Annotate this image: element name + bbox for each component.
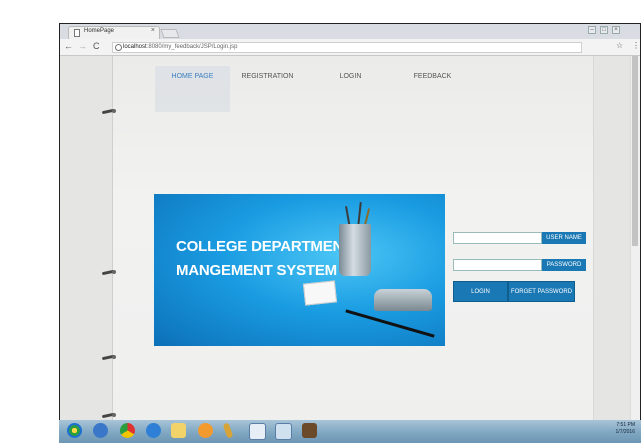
notebook-rings xyxy=(101,56,116,422)
media-icon[interactable] xyxy=(198,423,213,438)
login-button[interactable]: LOGIN xyxy=(453,281,508,302)
nav-home[interactable]: HOME PAGE xyxy=(155,66,230,112)
scrollbar-thumb[interactable] xyxy=(632,56,638,246)
url-host: localhost xyxy=(123,44,147,50)
ie-icon[interactable] xyxy=(93,423,108,438)
window-icon[interactable] xyxy=(275,423,292,440)
folder-icon[interactable] xyxy=(171,423,186,438)
username-label: USER NAME xyxy=(542,232,586,244)
browser-tab[interactable]: HomePage × xyxy=(68,26,160,39)
browser-menu-icon[interactable]: ⋮ xyxy=(632,41,640,50)
bookmark-star-icon[interactable]: ☆ xyxy=(616,41,623,50)
tab-title: HomePage xyxy=(84,28,115,34)
url-path: :8080/my_feedback/JSP/Login.jsp xyxy=(146,44,238,50)
new-tab-button[interactable] xyxy=(160,29,180,38)
clock-date: 1/7/2016 xyxy=(615,429,635,435)
nav-login[interactable]: LOGIN xyxy=(313,66,388,112)
ring-icon xyxy=(101,412,116,420)
username-input[interactable] xyxy=(453,232,542,244)
password-input[interactable] xyxy=(453,259,542,271)
banner-title-line2: MANGEMENT SYSTEM xyxy=(176,262,337,279)
minimize-icon[interactable]: – xyxy=(588,26,596,34)
browser-icon[interactable] xyxy=(146,423,161,438)
scrollbar[interactable] xyxy=(630,56,640,422)
pen-icon xyxy=(345,309,435,338)
maximize-icon[interactable]: □ xyxy=(600,26,608,34)
app-icon[interactable] xyxy=(302,423,317,438)
url-field[interactable]: localhost:8080/my_feedback/JSP/Login.jsp xyxy=(112,42,582,53)
start-icon[interactable] xyxy=(67,423,82,438)
notepad-icon xyxy=(302,280,338,306)
system-tray: 7:51 PM 1/7/2016 xyxy=(616,422,635,436)
info-icon xyxy=(115,44,122,51)
browser-window: HomePage × – □ × ← → C localhost:8080/my… xyxy=(59,23,641,443)
tool-icon[interactable] xyxy=(222,422,234,439)
tab-close-icon[interactable]: × xyxy=(151,27,155,34)
address-bar-row: ← → C localhost:8080/my_feedback/JSP/Log… xyxy=(60,39,640,56)
forget-password-button[interactable]: FORGET PASSWORD xyxy=(508,281,575,302)
ring-icon xyxy=(101,354,116,362)
close-window-icon[interactable]: × xyxy=(612,26,620,34)
stapler-icon xyxy=(374,289,432,311)
banner-title-line1: COLLEGE DEPARTMENT xyxy=(176,238,353,255)
password-label: PASSWORD xyxy=(542,259,586,271)
page-icon xyxy=(74,29,80,37)
tab-strip: HomePage × – □ × xyxy=(60,24,640,39)
taskbar: 7:51 PM 1/7/2016 xyxy=(59,420,641,443)
nav-feedback[interactable]: FEEDBACK xyxy=(395,66,470,112)
ring-icon xyxy=(101,108,116,116)
nav-registration[interactable]: REGISTRATION xyxy=(230,66,305,112)
chrome-icon[interactable] xyxy=(120,423,135,438)
pen-cup-icon xyxy=(339,224,371,276)
forward-icon[interactable]: → xyxy=(78,41,87,51)
clock-time: 7:51 PM xyxy=(616,422,635,428)
document-icon[interactable] xyxy=(249,423,266,440)
back-icon[interactable]: ← xyxy=(64,41,73,51)
main-nav: HOME PAGE REGISTRATION LOGIN FEEDBACK xyxy=(155,66,565,112)
page-content: HOME PAGE REGISTRATION LOGIN FEEDBACK CO… xyxy=(60,56,633,422)
hero-banner: COLLEGE DEPARTMENT MANGEMENT SYSTEM xyxy=(154,194,445,346)
reload-icon[interactable]: C xyxy=(93,41,100,51)
ring-icon xyxy=(101,269,116,277)
